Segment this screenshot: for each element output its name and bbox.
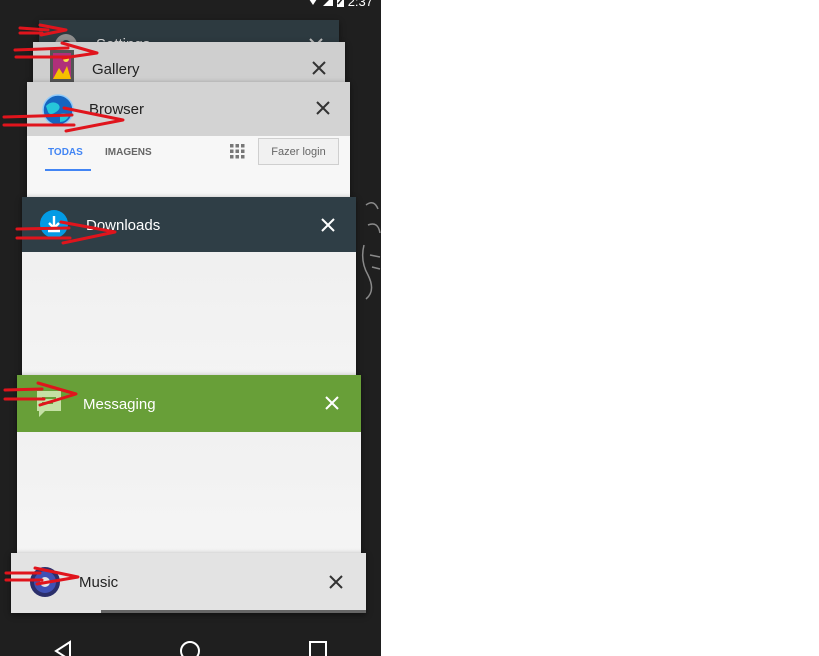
close-gallery-button[interactable] <box>308 57 330 79</box>
back-icon[interactable] <box>53 640 73 656</box>
battery-icon <box>336 0 344 7</box>
download-icon <box>40 210 68 238</box>
recent-card-browser[interactable]: Browser TODAS IMAGENS Fazer login <box>27 82 350 200</box>
recent-card-messaging[interactable]: Messaging <box>17 375 361 560</box>
music-progress-bar <box>101 610 366 613</box>
close-icon <box>325 396 339 410</box>
navigation-bar <box>0 622 381 656</box>
recents-icon[interactable] <box>308 640 328 656</box>
wallpaper-doodle <box>361 202 381 300</box>
recent-card-downloads[interactable]: Downloads <box>22 197 356 387</box>
close-music-button[interactable] <box>325 571 347 593</box>
music-disc-icon <box>30 567 60 597</box>
status-bar: 2:37 <box>307 0 373 9</box>
card-header-downloads <box>22 197 356 252</box>
close-icon <box>316 101 330 115</box>
browser-globe-icon <box>42 94 74 126</box>
close-icon <box>321 218 335 232</box>
phone-screen: 2:37 Settings Gallery <box>0 0 381 656</box>
close-icon <box>312 61 326 75</box>
apps-grid-icon[interactable] <box>230 144 245 159</box>
wifi-icon <box>309 0 317 5</box>
card-title-gallery: Gallery <box>92 61 140 78</box>
browser-preview: TODAS IMAGENS Fazer login <box>27 136 350 200</box>
status-time: 2:37 <box>347 0 373 9</box>
card-title-downloads: Downloads <box>86 217 161 234</box>
recent-card-music[interactable]: Music <box>11 553 366 613</box>
close-downloads-button[interactable] <box>317 214 339 236</box>
active-tab-indicator <box>45 169 91 171</box>
tab-imagens[interactable]: IMAGENS <box>105 147 152 158</box>
login-button[interactable]: Fazer login <box>258 138 339 165</box>
close-messaging-button[interactable] <box>321 392 343 414</box>
card-header-messaging <box>17 375 361 432</box>
tab-todas[interactable]: TODAS <box>48 147 83 158</box>
card-title-messaging: Messaging <box>83 396 156 413</box>
close-browser-button[interactable] <box>312 97 334 119</box>
gallery-icon <box>50 50 74 84</box>
card-header-music <box>11 553 366 610</box>
home-icon[interactable] <box>179 640 201 656</box>
messaging-icon <box>37 391 61 417</box>
signal-icon <box>322 0 333 6</box>
card-title-browser: Browser <box>89 101 145 118</box>
close-icon <box>329 575 343 589</box>
card-title-music: Music <box>79 574 119 591</box>
card-header-browser <box>27 82 350 136</box>
